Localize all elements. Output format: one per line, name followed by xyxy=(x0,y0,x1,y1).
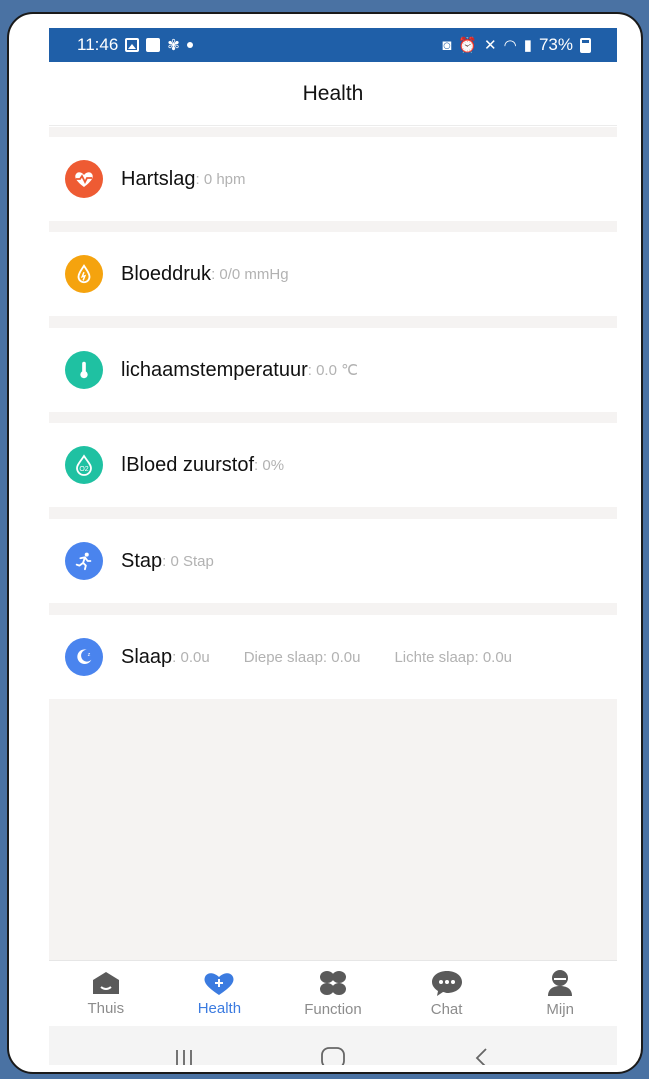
alarm-icon: ⏰ xyxy=(458,36,478,54)
deep-sleep-value: Diepe slaap: 0.0u xyxy=(243,648,361,666)
light-sleep-value: Lichte slaap: 0.0u xyxy=(394,648,513,666)
list-item-heart-rate[interactable]: Hartslag : 0 hpm xyxy=(49,137,617,221)
signal-icon: ▮ xyxy=(523,36,532,54)
item-label: Stap xyxy=(121,549,163,572)
list-item-temperature[interactable]: lichaamstemperatuur : 0.0 ℃ xyxy=(49,328,617,412)
wifi-icon: ◠ xyxy=(503,36,517,54)
clover-icon xyxy=(319,971,346,995)
item-label: ǀBloed zuurstof xyxy=(121,453,255,476)
check-box-icon xyxy=(146,38,161,52)
tab-function[interactable]: Function xyxy=(283,969,383,1018)
home-circle-icon[interactable] xyxy=(313,1043,353,1065)
item-label: lichaamstemperatuur xyxy=(121,358,308,381)
mute-icon: ✕ xyxy=(484,36,497,54)
runner-icon xyxy=(65,542,103,580)
heart-rate-icon xyxy=(65,160,103,198)
list-item-steps[interactable]: Stap : 0 Stap xyxy=(49,519,617,603)
lock-icon: ◙ xyxy=(442,36,452,54)
item-value: : 0 hpm xyxy=(195,170,246,188)
item-value: : 0.0 ℃ xyxy=(307,362,358,379)
image-icon xyxy=(125,38,140,52)
bottom-tab-bar: Thuis Health Function Chat Mijn xyxy=(49,960,617,1026)
item-label: Hartslag xyxy=(121,167,196,190)
moon-icon: z xyxy=(65,638,103,676)
item-value: : 0% xyxy=(254,456,285,474)
clock: 11:46 xyxy=(77,35,119,54)
list-item-blood-pressure[interactable]: Bloeddruk : 0/0 mmHg xyxy=(49,232,617,316)
person-icon xyxy=(548,970,573,996)
dot-icon xyxy=(186,42,193,48)
battery-percent: 73% xyxy=(538,35,573,54)
item-value: : 0.0u xyxy=(172,648,210,666)
tab-label: Chat xyxy=(430,1001,463,1018)
status-bar: 11:46 ✾ ◙ ⏰ ✕ ◠ ▮ 73% xyxy=(49,28,617,62)
list-item-blood-oxygen[interactable]: O2 ǀBloed zuurstof : 0% xyxy=(49,423,617,507)
fan-icon: ✾ xyxy=(167,36,180,54)
phone-frame: 11:46 ✾ ◙ ⏰ ✕ ◠ ▮ 73% Health Hartslag: … xyxy=(7,12,643,1074)
tab-health[interactable]: Health xyxy=(169,970,269,1017)
oxygen-icon: O2 xyxy=(65,446,103,484)
battery-icon xyxy=(580,37,591,53)
item-value: : 0 Stap xyxy=(162,552,214,570)
tab-label: Function xyxy=(304,1001,362,1018)
item-value: : 0/0 mmHg xyxy=(211,265,289,283)
thermometer-icon xyxy=(65,351,103,389)
tab-label: Thuis xyxy=(87,1000,125,1017)
blood-drop-icon xyxy=(65,255,103,293)
tab-label: Mijn xyxy=(546,1001,574,1018)
screen: 11:46 ✾ ◙ ⏰ ✕ ◠ ▮ 73% Health Hartslag: … xyxy=(49,28,617,1065)
list-item-sleep[interactable]: z Slaap : 0.0u Diepe slaap: 0.0u Lichte … xyxy=(49,615,617,699)
item-label: Slaap xyxy=(121,645,173,668)
svg-text:z: z xyxy=(88,652,91,658)
recent-apps-icon[interactable] xyxy=(164,1043,204,1065)
tab-label: Health xyxy=(197,1000,242,1017)
chat-bubble-icon xyxy=(431,971,462,996)
tab-mijn[interactable]: Mijn xyxy=(510,969,610,1018)
item-label: Bloeddruk xyxy=(121,262,212,285)
health-list: Hartslag : 0 hpm Bloeddruk : 0/0 mmHg li… xyxy=(49,127,617,960)
heart-plus-icon xyxy=(204,973,234,995)
home-icon xyxy=(92,972,119,994)
svg-text:O2: O2 xyxy=(79,466,88,473)
page-title: Health xyxy=(49,62,617,126)
back-icon[interactable] xyxy=(462,1043,502,1065)
tab-thuis[interactable]: Thuis xyxy=(56,970,156,1017)
tab-chat[interactable]: Chat xyxy=(397,969,497,1018)
system-nav-bar xyxy=(49,1026,617,1065)
